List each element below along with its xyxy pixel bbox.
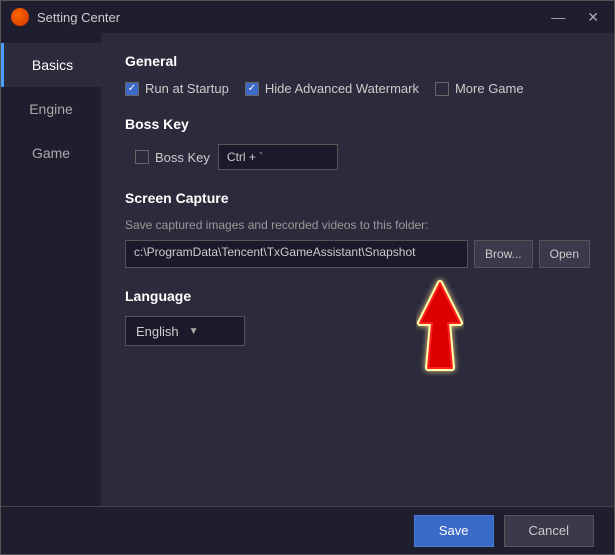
hide-watermark-check: ✓ <box>248 84 256 94</box>
setting-window: Setting Center — ✕ Basics Engine Game G <box>0 0 615 555</box>
capture-description: Save captured images and recorded videos… <box>125 218 590 232</box>
run-at-startup-box: ✓ <box>125 82 139 96</box>
general-section: General ✓ Run at Startup ✓ H <box>125 53 590 96</box>
hide-watermark-label: Hide Advanced Watermark <box>265 81 419 96</box>
footer: Save Cancel <box>1 506 614 554</box>
language-section: Language English ▼ <box>125 288 590 346</box>
browse-button[interactable]: Brow... <box>474 240 533 268</box>
boss-key-row: Boss Key <box>135 144 590 170</box>
boss-key-box <box>135 150 149 164</box>
open-button[interactable]: Open <box>539 240 590 268</box>
title-bar: Setting Center — ✕ <box>1 1 614 33</box>
cancel-button[interactable]: Cancel <box>504 515 594 547</box>
more-game-box <box>435 82 449 96</box>
window-title: Setting Center <box>37 10 546 25</box>
main-layout: Basics Engine Game General ✓ <box>1 33 614 506</box>
boss-key-title: Boss Key <box>125 116 590 132</box>
minimize-button[interactable]: — <box>546 7 570 27</box>
language-dropdown-arrow: ▼ <box>189 326 199 337</box>
hide-watermark-checkbox[interactable]: ✓ Hide Advanced Watermark <box>245 81 419 96</box>
window-controls: — ✕ <box>546 7 604 28</box>
save-button[interactable]: Save <box>414 515 494 547</box>
more-game-checkbox[interactable]: More Game <box>435 81 524 96</box>
capture-path-row: c:\ProgramData\Tencent\TxGameAssistant\S… <box>125 240 590 268</box>
sidebar-item-engine[interactable]: Engine <box>1 87 101 131</box>
sidebar-item-basics[interactable]: Basics <box>1 43 101 87</box>
screen-capture-section: Screen Capture Save captured images and … <box>125 190 590 268</box>
more-game-label: More Game <box>455 81 524 96</box>
capture-path-display: c:\ProgramData\Tencent\TxGameAssistant\S… <box>125 240 468 268</box>
general-checkboxes: ✓ Run at Startup ✓ Hide Advanced Waterma… <box>125 81 590 96</box>
boss-key-checkbox[interactable]: Boss Key <box>135 150 210 165</box>
sidebar-item-game[interactable]: Game <box>1 131 101 175</box>
app-icon <box>11 8 29 26</box>
run-at-startup-checkbox[interactable]: ✓ Run at Startup <box>125 81 229 96</box>
sidebar: Basics Engine Game <box>1 33 101 506</box>
boss-key-section: Boss Key Boss Key <box>125 116 590 170</box>
general-title: General <box>125 53 590 69</box>
language-select[interactable]: English ▼ <box>125 316 245 346</box>
run-at-startup-check: ✓ <box>128 84 136 94</box>
language-title: Language <box>125 288 590 304</box>
screen-capture-title: Screen Capture <box>125 190 590 206</box>
close-button[interactable]: ✕ <box>582 7 604 28</box>
run-at-startup-label: Run at Startup <box>145 81 229 96</box>
boss-key-input[interactable] <box>218 144 338 170</box>
boss-key-label: Boss Key <box>155 150 210 165</box>
content-area: General ✓ Run at Startup ✓ H <box>101 33 614 506</box>
hide-watermark-box: ✓ <box>245 82 259 96</box>
language-selected: English <box>136 324 179 339</box>
